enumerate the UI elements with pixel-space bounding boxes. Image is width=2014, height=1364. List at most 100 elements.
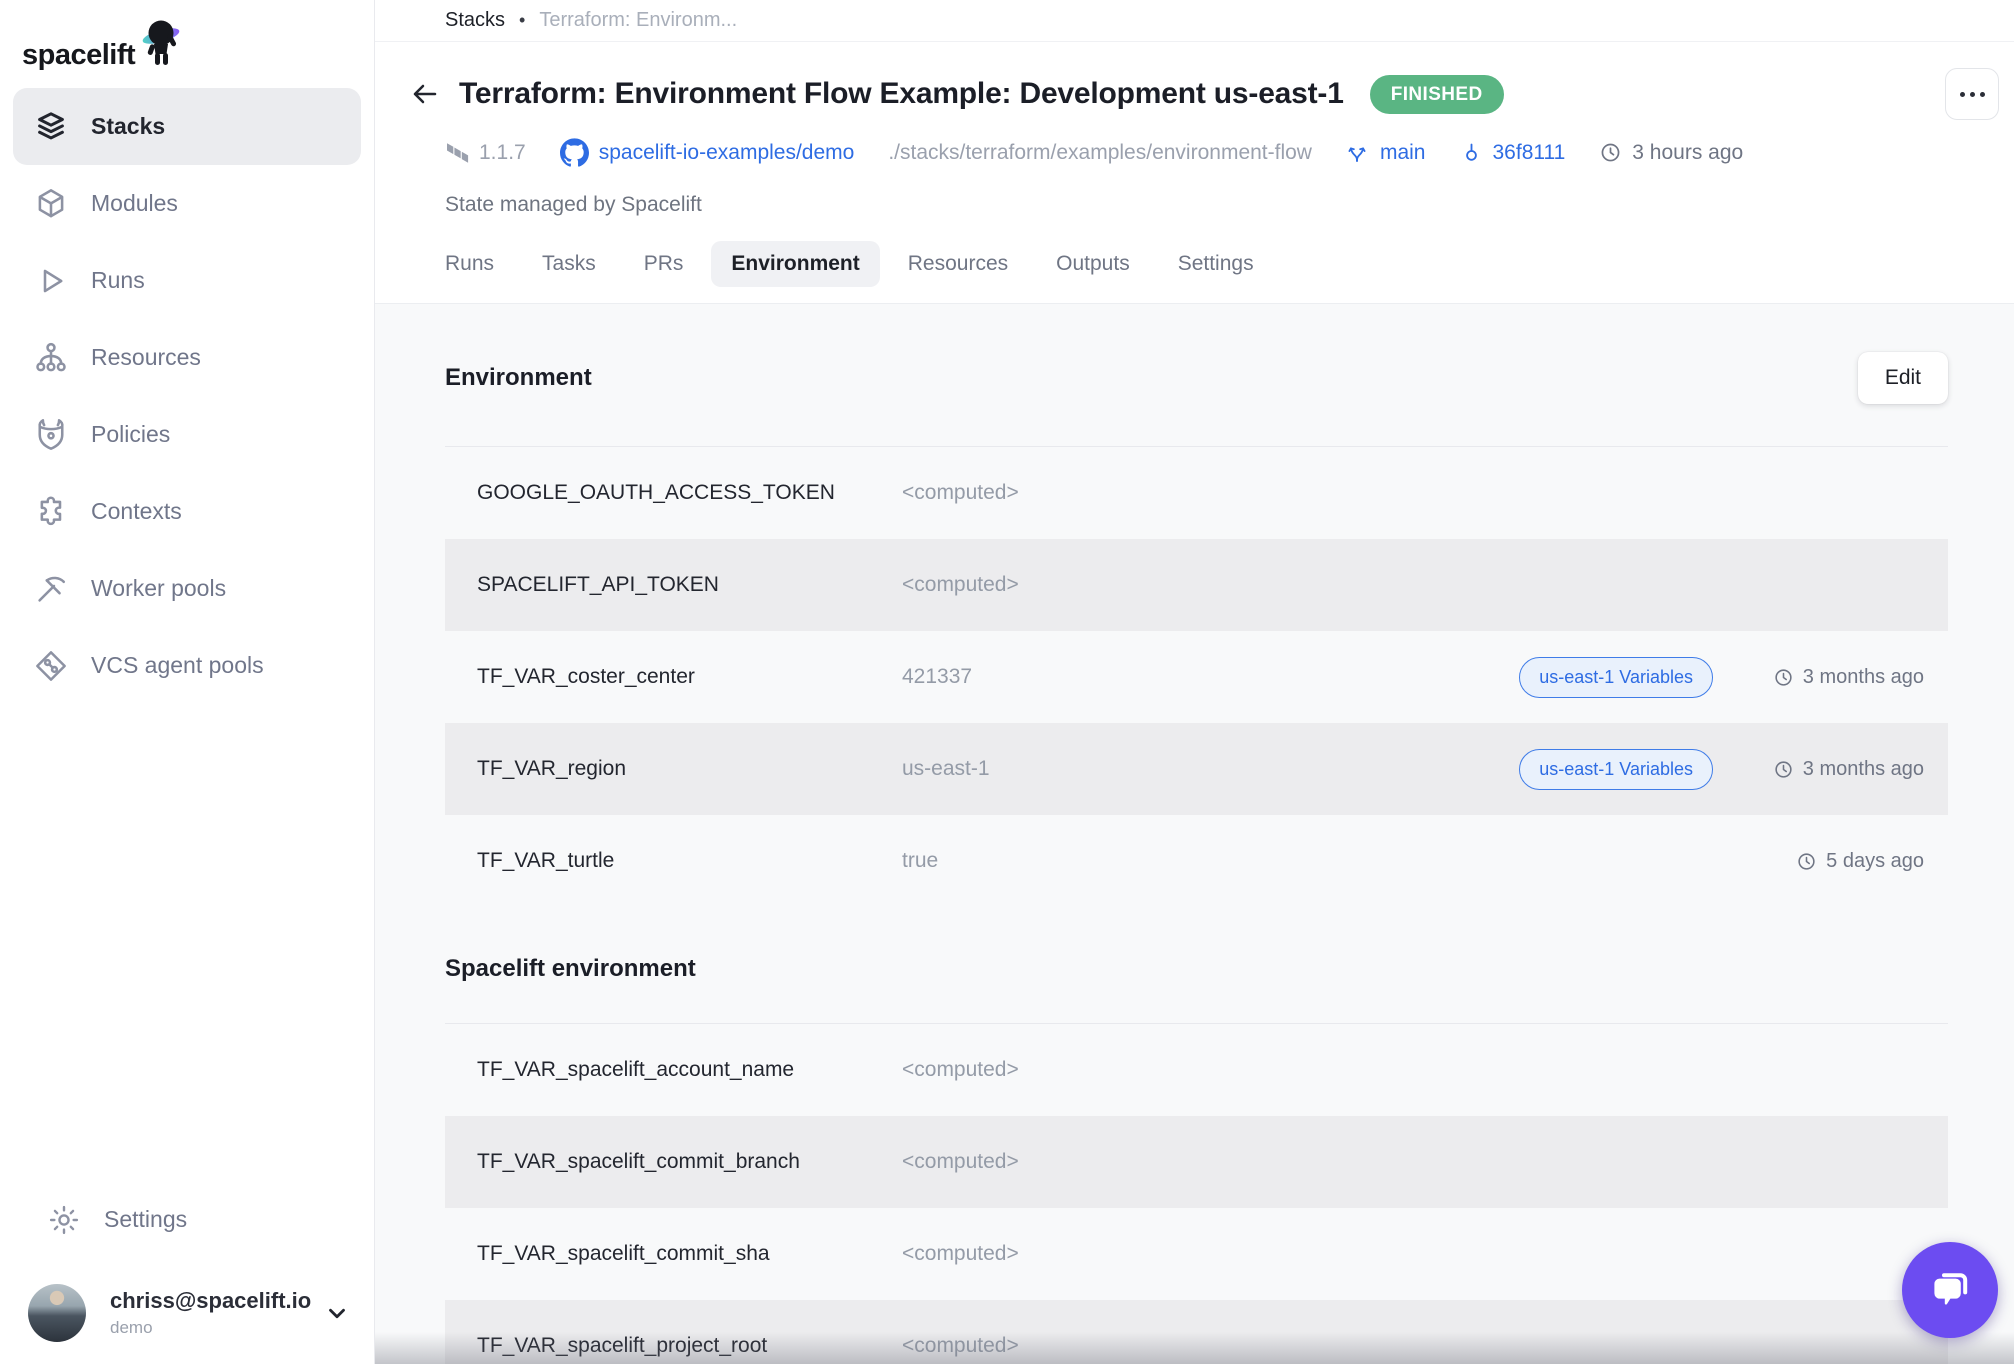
variable-value: 421337 — [902, 665, 1519, 689]
sidebar-item-label: Resources — [91, 344, 201, 371]
sidebar-item-label: Runs — [91, 267, 145, 294]
env-variable-row-tf_var_spacelift_account_name[interactable]: TF_VAR_spacelift_account_name <computed> — [445, 1024, 1948, 1116]
variable-value: us-east-1 — [902, 757, 1519, 781]
terraform-icon — [445, 140, 469, 166]
variable-value: <computed> — [902, 1150, 1924, 1174]
variable-name: TF_VAR_region — [477, 757, 902, 781]
variable-name: TF_VAR_spacelift_commit_branch — [477, 1150, 902, 1174]
clock-icon — [1796, 851, 1817, 872]
env-variable-row-tf_var_spacelift_commit_branch[interactable]: TF_VAR_spacelift_commit_branch <computed… — [445, 1116, 1948, 1208]
edit-button[interactable]: Edit — [1858, 352, 1948, 404]
env-variable-row-tf_var_turtle[interactable]: TF_VAR_turtle true 5 days ago — [445, 815, 1948, 907]
sidebar-item-label: Modules — [91, 190, 178, 217]
clock-icon — [1773, 759, 1794, 780]
spacelift-environment-heading: Spacelift environment — [445, 955, 1948, 983]
commit-link[interactable]: 36f8111 — [1460, 141, 1566, 165]
breadcrumb-stacks-link[interactable]: Stacks — [445, 9, 505, 32]
environment-rows: GOOGLE_OAUTH_ACCESS_TOKEN <computed> SPA… — [445, 446, 1948, 907]
sidebar-item-label: Settings — [104, 1206, 187, 1233]
sidebar-settings-wrap: Settings — [13, 1181, 361, 1258]
sidebar-item-modules[interactable]: Modules — [13, 165, 361, 242]
sidebar-item-resources[interactable]: Resources — [13, 319, 361, 396]
user-meta: chriss@spacelift.io demo — [110, 1288, 300, 1338]
environment-heading: Environment — [445, 364, 592, 392]
status-badge: FINISHED — [1370, 75, 1504, 114]
tab-resources[interactable]: Resources — [888, 241, 1028, 287]
user-account[interactable]: chriss@spacelift.io demo — [28, 1284, 350, 1342]
avatar — [28, 1284, 86, 1342]
sidebar-item-label: Contexts — [91, 498, 182, 525]
context-badge[interactable]: us-east-1 Variables — [1519, 657, 1713, 698]
chat-widget-button[interactable] — [1902, 1242, 1998, 1338]
commit-icon — [1460, 141, 1483, 165]
spacelift-astronaut-icon — [137, 18, 189, 74]
variable-name: TF_VAR_spacelift_project_root — [477, 1334, 902, 1358]
tab-tasks[interactable]: Tasks — [522, 241, 616, 287]
environment-section-head: Environment Edit — [445, 352, 1948, 404]
variable-name: TF_VAR_spacelift_account_name — [477, 1058, 902, 1082]
spacelift-environment-rows: TF_VAR_spacelift_account_name <computed>… — [445, 1023, 1948, 1364]
tab-outputs[interactable]: Outputs — [1036, 241, 1150, 287]
tab-runs[interactable]: Runs — [425, 241, 514, 287]
variable-updated: 5 days ago — [1749, 850, 1924, 873]
title-row: Terraform: Environment Flow Example: Dev… — [409, 68, 1999, 120]
variable-name: GOOGLE_OAUTH_ACCESS_TOKEN — [477, 481, 902, 505]
main-area: Stacks • Terraform: Environm... Terrafor… — [375, 0, 2014, 1364]
clock-icon — [1773, 667, 1794, 688]
sidebar-item-stacks[interactable]: Stacks — [13, 88, 361, 165]
sidebar-item-label: Policies — [91, 421, 170, 448]
sidebar-nav: Stacks Modules Runs Resources Policies C… — [0, 88, 374, 704]
tab-prs[interactable]: PRs — [624, 241, 704, 287]
runs-icon — [33, 263, 69, 299]
chat-bubble-icon — [1926, 1266, 1974, 1314]
env-variable-row-tf_var_region[interactable]: TF_VAR_region us-east-1 us-east-1 Variab… — [445, 723, 1948, 815]
sidebar-item-policies[interactable]: Policies — [13, 396, 361, 473]
stacks-icon — [33, 109, 69, 145]
variable-updated: 3 months ago — [1749, 666, 1924, 689]
stack-header: Terraform: Environment Flow Example: Dev… — [375, 42, 2014, 304]
policies-icon — [33, 417, 69, 453]
variable-value: <computed> — [902, 1058, 1924, 1082]
context-badge[interactable]: us-east-1 Variables — [1519, 749, 1713, 790]
variable-value: <computed> — [902, 1334, 1924, 1358]
app-window: spacelift — [0, 0, 2014, 1364]
user-org: demo — [110, 1318, 300, 1338]
sidebar-item-runs[interactable]: Runs — [13, 242, 361, 319]
branch-link[interactable]: main — [1346, 141, 1426, 165]
variable-name: TF_VAR_turtle — [477, 849, 902, 873]
tab-environment[interactable]: Environment — [711, 241, 879, 287]
brand-name: spacelift — [22, 41, 135, 74]
variable-name: TF_VAR_spacelift_commit_sha — [477, 1242, 902, 1266]
repo-link[interactable]: spacelift-io-examples/demo — [560, 138, 855, 167]
sidebar-item-vcs-agent-pools[interactable]: VCS agent pools — [13, 627, 361, 704]
chevron-down-icon — [324, 1300, 350, 1326]
last-updated: 3 hours ago — [1599, 141, 1743, 165]
sidebar-item-contexts[interactable]: Contexts — [13, 473, 361, 550]
more-actions-button[interactable] — [1945, 68, 1999, 120]
env-variable-row-tf_var_coster_center[interactable]: TF_VAR_coster_center 421337 us-east-1 Va… — [445, 631, 1948, 723]
vcs-agent-pools-icon — [33, 648, 69, 684]
variable-name: SPACELIFT_API_TOKEN — [477, 573, 902, 597]
variable-updated: 3 months ago — [1749, 758, 1924, 781]
back-arrow-icon[interactable] — [409, 78, 441, 110]
env-variable-row-tf_var_spacelift_commit_sha[interactable]: TF_VAR_spacelift_commit_sha <computed> — [445, 1208, 1948, 1300]
tab-settings[interactable]: Settings — [1158, 241, 1274, 287]
env-variable-row-google_oauth_access_token[interactable]: GOOGLE_OAUTH_ACCESS_TOKEN <computed> — [445, 447, 1948, 539]
gear-icon — [46, 1202, 82, 1238]
clock-icon — [1599, 141, 1622, 164]
branch-icon — [1346, 141, 1370, 165]
sidebar-item-settings[interactable]: Settings — [26, 1181, 348, 1258]
env-variable-row-spacelift_api_token[interactable]: SPACELIFT_API_TOKEN <computed> — [445, 539, 1948, 631]
variable-value: true — [902, 849, 1713, 873]
worker-pools-icon — [33, 571, 69, 607]
breadcrumb-separator: • — [519, 10, 525, 31]
breadcrumb-current: Terraform: Environm... — [539, 9, 737, 32]
spacelift-logo[interactable]: spacelift — [0, 10, 374, 88]
env-variable-row-tf_var_spacelift_project_root[interactable]: TF_VAR_spacelift_project_root <computed> — [445, 1300, 1948, 1364]
user-email: chriss@spacelift.io — [110, 1288, 300, 1314]
state-managed-note: State managed by Spacelift — [445, 193, 1999, 217]
sidebar-item-label: VCS agent pools — [91, 652, 264, 679]
resources-icon — [33, 340, 69, 376]
sidebar: spacelift — [0, 0, 375, 1364]
sidebar-item-worker-pools[interactable]: Worker pools — [13, 550, 361, 627]
